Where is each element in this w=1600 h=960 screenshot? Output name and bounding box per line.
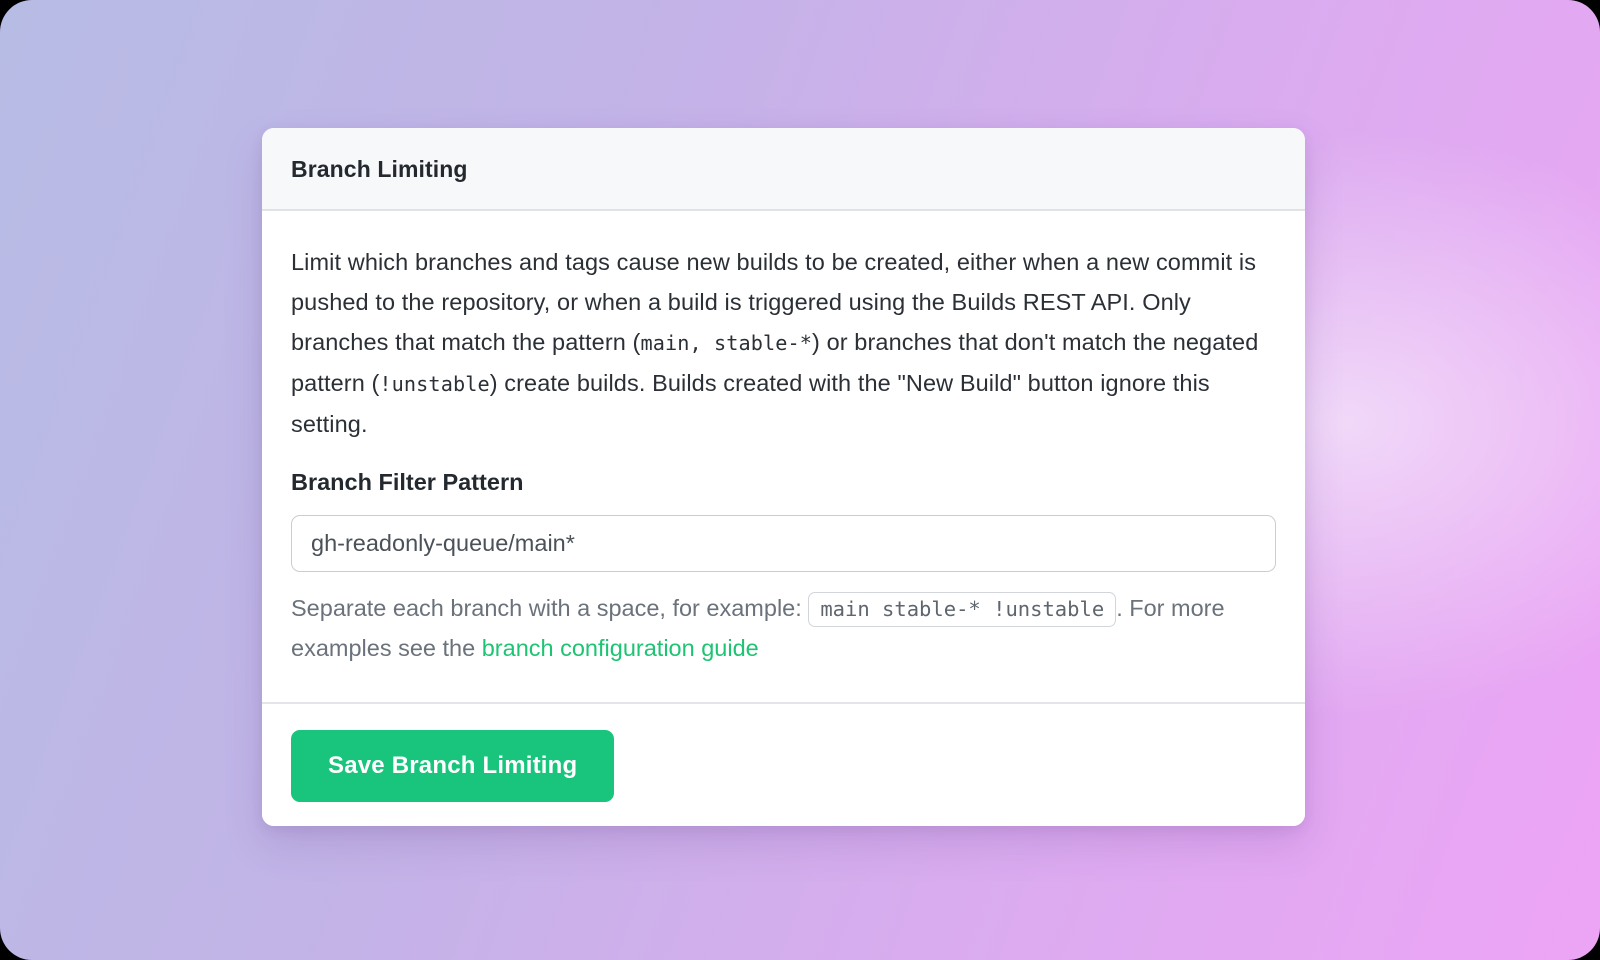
example-pattern-chip: main stable-* !unstable [808, 592, 1116, 627]
save-branch-limiting-button[interactable]: Save Branch Limiting [291, 730, 614, 802]
branch-configuration-guide-link[interactable]: branch configuration guide [482, 635, 759, 661]
card-header: Branch Limiting [262, 128, 1305, 211]
description-paragraph: Limit which branches and tags cause new … [291, 242, 1276, 444]
card-body: Limit which branches and tags cause new … [262, 211, 1305, 702]
description-code-negated-pattern: !unstable [379, 372, 489, 396]
desktop-background: Branch Limiting Limit which branches and… [0, 0, 1600, 960]
help-text-1: Separate each branch with a space, for e… [291, 595, 808, 621]
help-text: Separate each branch with a space, for e… [291, 589, 1276, 668]
card-title: Branch Limiting [291, 156, 1276, 183]
branch-limiting-card: Branch Limiting Limit which branches and… [262, 128, 1305, 826]
card-footer: Save Branch Limiting [262, 702, 1305, 826]
branch-filter-pattern-input[interactable] [291, 515, 1276, 572]
branch-filter-pattern-label: Branch Filter Pattern [291, 469, 1276, 496]
description-code-pattern: main, stable-* [640, 331, 812, 355]
